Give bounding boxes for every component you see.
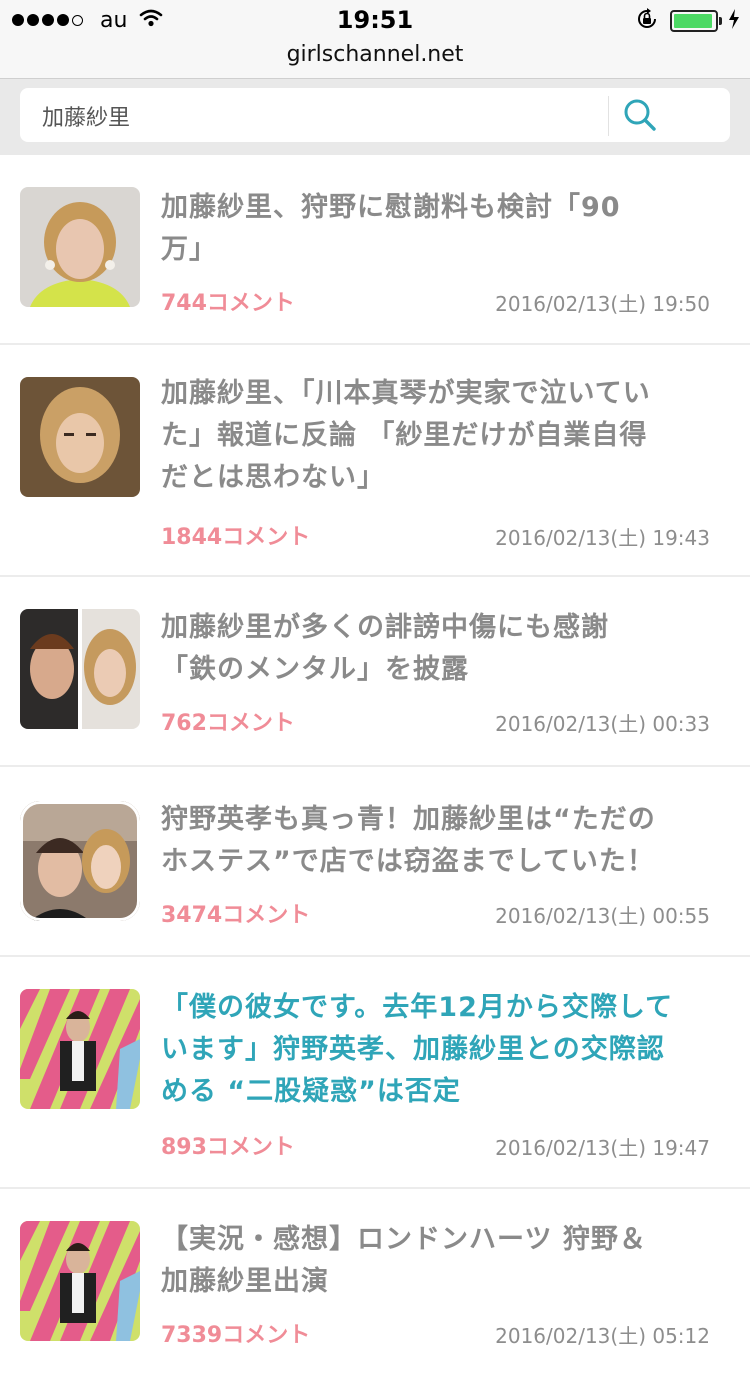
article-thumbnail[interactable] [20,377,140,497]
article-item[interactable]: 加藤紗里、「川本真琴が実家で泣いてい た」報道に反論 「紗里だけが自業自得 だと… [0,345,750,577]
article-list: 加藤紗里、狩野に慰謝料も検討「90 万」 744コメント 2016/02/13(… [0,155,750,1377]
search-box [20,88,730,144]
status-bar: au 19:51 [0,0,750,40]
article-item[interactable]: 加藤紗里、狩野に慰謝料も検討「90 万」 744コメント 2016/02/13(… [0,155,750,345]
post-date: 2016/02/13(土) 05:12 [495,1324,710,1348]
article-title-line: だとは思わない」 [161,462,385,493]
url-text: girlschannel.net [286,42,464,67]
article-title-line: 万」 [161,234,217,265]
battery-icon [670,10,722,32]
article-item[interactable]: 狩野英孝も真っ青！加藤紗里は“ただの ホステス”で店では窃盗までしていた！ 34… [0,767,750,957]
article-title-line: 狩野英孝も真っ青！加藤紗里は“ただの [161,804,656,835]
address-bar[interactable]: girlschannel.net [0,40,750,79]
post-date: 2016/02/13(土) 19:43 [495,526,710,550]
article-title-line: た」報道に反論 「紗里だけが自業自得 [161,420,648,451]
article-thumbnail[interactable] [20,187,140,307]
article-title-line: ホステス”で店では窃盗までしていた！ [161,846,655,877]
article-thumbnail[interactable] [20,989,140,1109]
article-title-line: める “二股疑惑”は否定 [161,1076,461,1107]
article-title-line: 加藤紗里、狩野に慰謝料も検討「90 [161,192,621,223]
post-date: 2016/02/13(土) 19:47 [495,1136,710,1160]
rotation-lock-icon [636,8,658,34]
search-icon [624,99,656,131]
article-title[interactable]: 加藤紗里が多くの誹謗中傷にも感謝 「鉄のメンタル」を披露 [161,607,721,691]
search-input[interactable] [40,88,604,144]
article-thumbnail[interactable] [20,1221,140,1341]
status-right [636,8,740,34]
article-thumbnail[interactable] [20,801,140,921]
article-title-line: 「僕の彼女です。去年12月から交際して [161,992,674,1023]
comment-count: 1844コメント [161,525,311,550]
article-title-line: 加藤紗里出演 [161,1266,329,1297]
article-thumbnail[interactable] [20,609,140,729]
comment-count: 744コメント [161,291,295,316]
article-item[interactable]: 「僕の彼女です。去年12月から交際して います」狩野英孝、加藤紗里との交際認 め… [0,957,750,1189]
charging-icon [728,9,740,33]
article-title[interactable]: 「僕の彼女です。去年12月から交際して います」狩野英孝、加藤紗里との交際認 め… [161,987,721,1113]
article-title[interactable]: 加藤紗里、狩野に慰謝料も検討「90 万」 [161,187,721,271]
article-item[interactable]: 加藤紗里が多くの誹謗中傷にも感謝 「鉄のメンタル」を披露 762コメント 201… [0,577,750,767]
article-title-line: います」狩野英孝、加藤紗里との交際認 [161,1034,665,1065]
article-title[interactable]: 【実況・感想】ロンドンハーツ 狩野＆ 加藤紗里出演 [161,1219,721,1303]
comment-count: 7339コメント [161,1323,311,1348]
article-title-line: 加藤紗里が多くの誹謗中傷にも感謝 [161,612,609,643]
article-title-line: 【実況・感想】ロンドンハーツ 狩野＆ [161,1224,647,1255]
post-date: 2016/02/13(土) 00:55 [495,904,710,928]
comment-count: 762コメント [161,711,295,736]
post-date: 2016/02/13(土) 00:33 [495,712,710,736]
post-date: 2016/02/13(土) 19:50 [495,292,710,316]
article-item[interactable]: 【実況・感想】ロンドンハーツ 狩野＆ 加藤紗里出演 7339コメント 2016/… [0,1189,750,1377]
search-button[interactable] [618,93,662,137]
article-title[interactable]: 狩野英孝も真っ青！加藤紗里は“ただの ホステス”で店では窃盗までしていた！ [161,799,721,883]
comment-count: 893コメント [161,1135,295,1160]
search-bar [0,79,750,155]
article-title-line: 「鉄のメンタル」を披露 [161,654,469,685]
article-title[interactable]: 加藤紗里、「川本真琴が実家で泣いてい た」報道に反論 「紗里だけが自業自得 だと… [161,373,721,499]
article-title-line: 加藤紗里、「川本真琴が実家で泣いてい [161,378,651,409]
comment-count: 3474コメント [161,903,311,928]
search-divider [608,96,609,136]
